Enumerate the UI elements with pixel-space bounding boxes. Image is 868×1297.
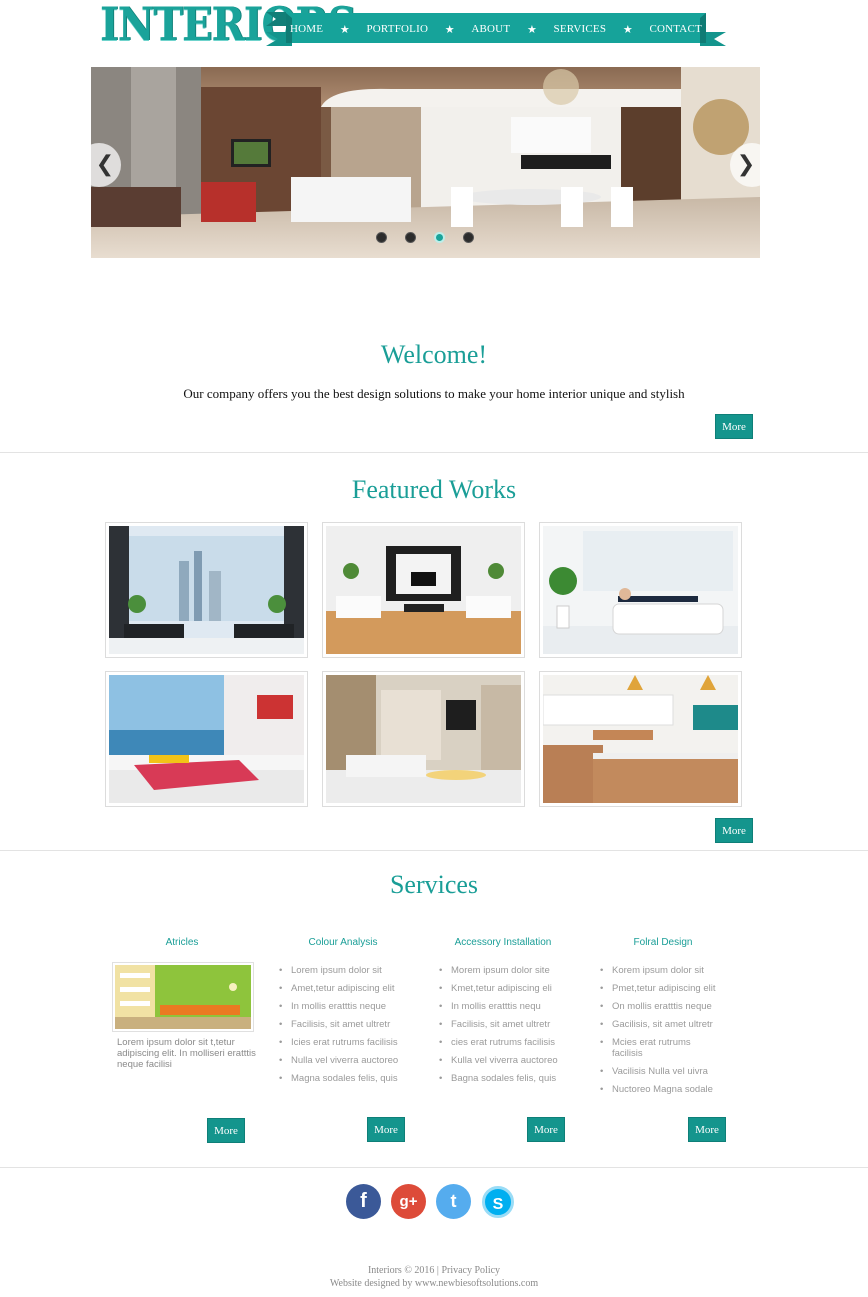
- list-item: Lorem ipsum dolor sit: [279, 965, 409, 976]
- articles-more-button[interactable]: More: [207, 1118, 245, 1143]
- list-item: Bagna sodales felis, quis: [439, 1073, 569, 1084]
- privacy-policy-link[interactable]: Privacy Policy: [441, 1265, 500, 1276]
- list-item: On mollis eratttis neque: [600, 1001, 730, 1012]
- list-item: Vacilisis Nulla vel uivra: [600, 1066, 730, 1077]
- slider-dot[interactable]: [405, 232, 416, 243]
- main-nav: HOME ★ PORTFOLIO ★ ABOUT ★ SERVICES ★ CO…: [266, 12, 726, 46]
- article-thumbnail[interactable]: [112, 962, 254, 1032]
- list-item: Facilisis, sit amet ultretr: [279, 1019, 409, 1030]
- nav-contact[interactable]: CONTACT: [649, 23, 701, 35]
- twitter-icon[interactable]: t: [436, 1184, 471, 1219]
- featured-work-2[interactable]: [322, 522, 525, 658]
- list-item: Nulla vel viverra auctoreo: [279, 1055, 409, 1066]
- list-item: Kulla vel viverra auctoreo: [439, 1055, 569, 1066]
- slider-dot[interactable]: [463, 232, 474, 243]
- divider: [0, 452, 868, 453]
- accessory-installation-more-button[interactable]: More: [527, 1117, 565, 1142]
- service-title-articles[interactable]: Atricles: [102, 937, 262, 948]
- colour-analysis-more-button[interactable]: More: [367, 1117, 405, 1142]
- article-image-green-room: [115, 965, 251, 1029]
- list-item: Mcies erat rutrums facilisis: [600, 1037, 720, 1059]
- list-item: Facilisis, sit amet ultretr: [439, 1019, 569, 1030]
- work-image-city-living: [109, 526, 304, 654]
- service-title-accessory-installation[interactable]: Accessory Installation: [423, 937, 583, 948]
- services-heading: Services: [389, 870, 479, 899]
- work-image-kitchen: [543, 675, 738, 803]
- welcome-text: Our company offers you the best design s…: [183, 386, 685, 401]
- list-item: In mollis eratttis neque: [279, 1001, 409, 1012]
- service-title-floral-design[interactable]: Folral Design: [583, 937, 743, 948]
- slider-dot[interactable]: [376, 232, 387, 243]
- nav-about[interactable]: ABOUT: [471, 23, 510, 35]
- divider: [0, 850, 868, 851]
- featured-work-4[interactable]: [105, 671, 308, 807]
- credit-link[interactable]: www.newbiesoftsolutions.com: [415, 1278, 538, 1289]
- star-separator-icon: ★: [622, 23, 633, 36]
- accessory-installation-list: Morem ipsum dolor site Kmet,tetur adipis…: [439, 965, 569, 1091]
- chevron-left-icon: ❮: [95, 152, 115, 177]
- slider-pagination: [376, 232, 474, 243]
- featured-work-6[interactable]: [539, 671, 742, 807]
- work-image-bedroom: [109, 675, 304, 803]
- floral-design-list: Korem ipsum dolor sit Pmet,tetur adipisc…: [600, 965, 730, 1102]
- google-plus-icon[interactable]: g+: [391, 1184, 426, 1219]
- chevron-right-icon: ❯: [736, 152, 756, 177]
- featured-work-1[interactable]: [105, 522, 308, 658]
- list-item: Nuctoreo Magna sodale: [600, 1084, 730, 1095]
- service-title-colour-analysis[interactable]: Colour Analysis: [263, 937, 423, 948]
- work-image-sofa-relax: [543, 526, 738, 654]
- list-item: Pmet,tetur adipiscing elit: [600, 983, 730, 994]
- featured-work-5[interactable]: [322, 671, 525, 807]
- welcome-heading: Welcome!: [380, 340, 488, 369]
- hero-slider[interactable]: ❮ ❯: [91, 67, 760, 258]
- site-logo[interactable]: INTERIORS: [100, 0, 356, 51]
- credit-prefix: Website designed by: [329, 1278, 413, 1289]
- slider-dot-active[interactable]: [434, 232, 445, 243]
- hero-slide-image: [91, 67, 760, 258]
- work-image-lounge: [326, 675, 521, 803]
- nav-home[interactable]: HOME: [290, 23, 323, 35]
- welcome-more-button[interactable]: More: [715, 414, 753, 439]
- article-description: Lorem ipsum dolor sit t,tetur adipiscing…: [117, 1037, 256, 1070]
- star-separator-icon: ★: [444, 23, 455, 36]
- copyright-text: Interiors © 2016: [367, 1265, 435, 1276]
- colour-analysis-list: Lorem ipsum dolor sit Amet,tetur adipisc…: [279, 965, 409, 1091]
- footer-separator: |: [436, 1265, 439, 1276]
- nav-portfolio[interactable]: PORTFOLIO: [366, 23, 428, 35]
- list-item: cies erat rutrums facilisis: [439, 1037, 569, 1048]
- work-image-tv-room: [326, 526, 521, 654]
- list-item: Amet,tetur adipiscing elit: [279, 983, 409, 994]
- floral-design-more-button[interactable]: More: [688, 1117, 726, 1142]
- featured-heading: Featured Works: [351, 475, 517, 504]
- facebook-icon[interactable]: f: [346, 1184, 381, 1219]
- footer-credit-line: Website designed by www.newbiesoftsoluti…: [0, 1278, 868, 1289]
- list-item: Morem ipsum dolor site: [439, 965, 569, 976]
- featured-more-button[interactable]: More: [715, 818, 753, 843]
- nav-services[interactable]: SERVICES: [554, 23, 607, 35]
- featured-work-3[interactable]: [539, 522, 742, 658]
- list-item: Icies erat rutrums facilisis: [279, 1037, 409, 1048]
- list-item: In mollis eratttis nequ: [439, 1001, 569, 1012]
- footer-copyright-line: Interiors © 2016 | Privacy Policy: [0, 1265, 868, 1276]
- divider: [0, 1167, 868, 1168]
- star-separator-icon: ★: [339, 23, 350, 36]
- list-item: Korem ipsum dolor sit: [600, 965, 730, 976]
- star-separator-icon: ★: [526, 23, 537, 36]
- skype-icon[interactable]: S: [482, 1186, 514, 1218]
- list-item: Kmet,tetur adipiscing eli: [439, 983, 569, 994]
- list-item: Gacilisis, sit amet ultretr: [600, 1019, 730, 1030]
- list-item: Magna sodales felis, quis: [279, 1073, 409, 1084]
